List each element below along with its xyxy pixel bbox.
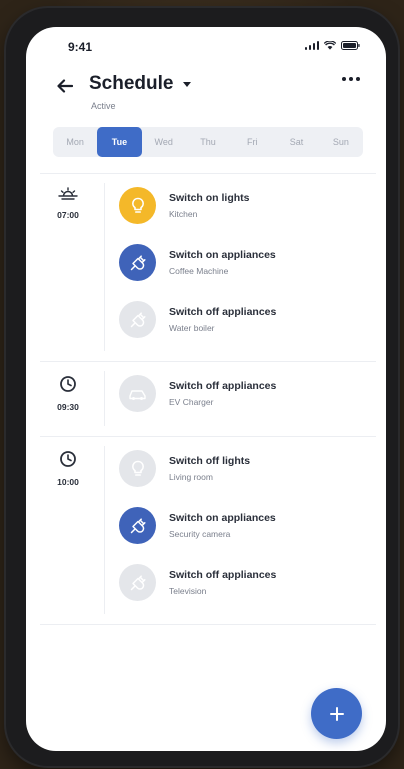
time-separator [104,371,105,426]
section-divider [40,624,376,625]
schedule-action-item[interactable]: Switch on appliances Coffee Machine [119,244,359,282]
time-label: 09:30 [57,402,79,412]
action-device: EV Charger [169,397,214,407]
action-title: Switch off appliances [169,569,277,581]
status-bar: 9:41 [26,27,386,67]
cellular-signal-icon [304,41,319,50]
time-slot: 10:00 [40,450,96,487]
lightbulb-icon [119,187,156,224]
day-tab-mon[interactable]: Mon [53,127,97,157]
day-selector: Mon Tue Wed Thu Fri Sat Sun [53,127,363,157]
page-subtitle: Active [91,101,116,111]
section-divider [40,173,376,174]
section-divider [40,436,376,437]
more-options-button[interactable] [342,77,360,81]
title-dropdown[interactable]: Schedule [89,73,191,95]
day-tab-thu[interactable]: Thu [186,127,230,157]
battery-icon [341,41,360,50]
day-tab-sat[interactable]: Sat [274,127,318,157]
schedule-action-item[interactable]: Switch off appliances EV Charger [119,375,359,413]
more-dots-icon [342,77,346,81]
phone-screen: 9:41 Schedule Active Mon Tue Wed Thu Fri… [26,27,386,751]
day-tab-tue[interactable]: Tue [97,127,142,157]
plus-icon [329,706,344,721]
action-title: Switch off appliances [169,380,277,392]
plug-icon [119,301,156,338]
wifi-icon [324,41,336,50]
action-title: Switch on appliances [169,249,276,261]
ev-charger-icon [119,375,156,412]
action-title: Switch on appliances [169,512,276,524]
action-title: Switch on lights [169,192,250,204]
action-device: Television [169,586,207,596]
lightbulb-icon [119,450,156,487]
action-device: Kitchen [169,209,198,219]
action-device: Living room [169,472,213,482]
clock-icon [40,375,96,398]
chevron-down-icon [182,81,191,87]
arrow-left-icon [57,79,73,93]
plug-icon [119,564,156,601]
action-device: Water boiler [169,323,215,333]
action-device: Coffee Machine [169,266,229,276]
status-time: 9:41 [68,40,93,54]
schedule-action-item[interactable]: Switch off lights Living room [119,450,359,488]
day-tab-sun[interactable]: Sun [319,127,363,157]
plug-icon [119,244,156,281]
section-divider [40,361,376,362]
time-slot: 07:00 [40,187,96,220]
page-title: Schedule [89,73,174,94]
time-label: 07:00 [57,210,79,220]
plug-icon [119,507,156,544]
header: Schedule Active [26,67,386,117]
back-button[interactable] [54,75,76,97]
action-title: Switch off lights [169,455,251,467]
time-label: 10:00 [57,477,79,487]
schedule-action-item[interactable]: Switch off appliances Television [119,564,359,602]
status-icons [304,41,361,50]
action-title: Switch off appliances [169,306,277,318]
day-tab-fri[interactable]: Fri [230,127,274,157]
schedule-action-item[interactable]: Switch off appliances Water boiler [119,301,359,339]
sunrise-icon [40,187,96,206]
time-slot: 09:30 [40,375,96,412]
time-separator [104,446,105,614]
time-separator [104,183,105,351]
action-device: Security camera [169,529,231,539]
add-schedule-button[interactable] [311,688,362,739]
schedule-action-item[interactable]: Switch on lights Kitchen [119,187,359,225]
day-tab-wed[interactable]: Wed [142,127,186,157]
schedule-action-item[interactable]: Switch on appliances Security camera [119,507,359,545]
clock-icon [40,450,96,473]
